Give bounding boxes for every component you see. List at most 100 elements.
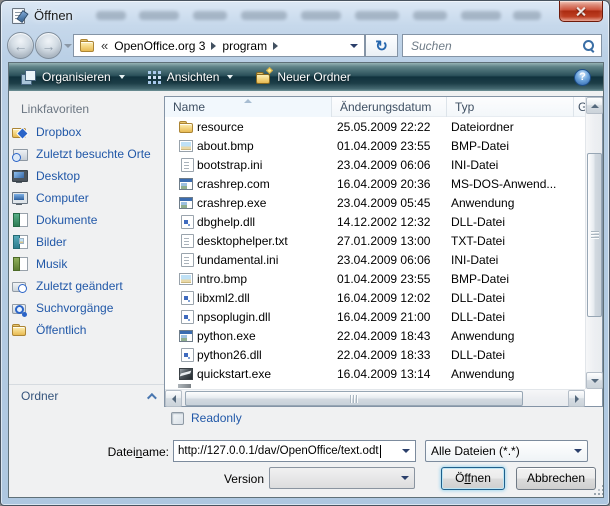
titlebar[interactable]: Öffnen <box>1 1 610 31</box>
sidebar-item-icon <box>11 190 27 206</box>
help-button[interactable]: ? <box>574 69 591 86</box>
breadcrumb-separator-icon[interactable] <box>211 42 216 50</box>
file-name: python.exe <box>197 329 330 343</box>
file-date: 16.04.2009 13:14 <box>337 367 445 381</box>
background-blur <box>139 11 179 20</box>
file-row[interactable]: resource 25.05.2009 22:22 Dateiordner <box>165 118 585 137</box>
search-box[interactable] <box>402 34 602 57</box>
breadcrumb[interactable]: « OpenOffice.org 3 program <box>73 34 365 57</box>
file-row[interactable]: bootstrap.ini 23.04.2009 06:06 INI-Datei <box>165 156 585 175</box>
column-header-size[interactable]: G <box>574 97 585 117</box>
file-date: 16.04.2009 20:36 <box>337 177 445 191</box>
sidebar-item[interactable]: Desktop <box>11 165 161 187</box>
views-label: Ansichten <box>167 70 220 84</box>
sidebar-item-label: Desktop <box>36 169 80 183</box>
address-dropdown-icon[interactable] <box>350 44 358 48</box>
sidebar-item[interactable]: Computer <box>11 187 161 209</box>
vertical-scrollbar[interactable] <box>585 97 602 389</box>
file-row[interactable]: desktophelper.txt 27.01.2009 13:00 TXT-D… <box>165 232 585 251</box>
search-input[interactable] <box>409 38 582 54</box>
scroll-up-button[interactable] <box>586 97 603 114</box>
new-folder-button[interactable]: Neuer Ordner <box>255 70 350 85</box>
background-blur <box>301 11 341 20</box>
breadcrumb-segment[interactable]: OpenOffice.org 3 <box>114 39 205 53</box>
refresh-button[interactable]: ↻ <box>365 34 398 57</box>
filename-combobox[interactable]: http://127.0.0.1/dav/OpenOffice/text.odt <box>173 440 416 462</box>
file-date: 22.04.2009 18:33 <box>337 348 445 362</box>
new-folder-label: Neuer Ordner <box>277 70 350 84</box>
folders-label: Ordner <box>21 389 58 403</box>
file-row-partial <box>178 384 191 388</box>
resize-grip[interactable] <box>593 484 605 496</box>
column-header-date[interactable]: Änderungsdatum <box>332 97 447 117</box>
breadcrumb-segment[interactable]: program <box>222 39 267 53</box>
file-icon <box>178 176 194 192</box>
breadcrumb-separator-icon[interactable] <box>273 42 278 50</box>
file-row[interactable]: about.bmp 01.04.2009 23:55 BMP-Datei <box>165 137 585 156</box>
filetype-combobox[interactable]: Alle Dateien (*.*) <box>425 440 588 462</box>
filename-value[interactable]: http://127.0.0.1/dav/OpenOffice/text.odt <box>174 445 379 457</box>
organize-label: Organisieren <box>42 70 111 84</box>
sidebar-item[interactable]: Musik <box>11 253 161 275</box>
sidebar-item-icon <box>11 300 27 316</box>
views-button[interactable]: Ansichten <box>147 70 234 84</box>
scroll-down-button[interactable] <box>586 372 603 389</box>
sidebar-item[interactable]: Dropbox <box>11 121 161 143</box>
vertical-scroll-thumb[interactable] <box>587 153 602 317</box>
cancel-button[interactable]: Abbrechen <box>516 467 596 490</box>
forward-button[interactable]: → <box>35 32 62 59</box>
search-icon[interactable] <box>582 39 595 52</box>
file-row[interactable]: dbghelp.dll 14.12.2002 12:32 DLL-Datei <box>165 213 585 232</box>
file-row[interactable]: fundamental.ini 23.04.2009 06:06 INI-Dat… <box>165 251 585 270</box>
breadcrumb-overflow-chevrons[interactable]: « <box>101 38 108 53</box>
close-button[interactable] <box>559 1 603 22</box>
file-rows: resource 25.05.2009 22:22 Dateiordner ab… <box>165 118 585 384</box>
background-blur <box>193 11 227 20</box>
file-list: Name Änderungsdatum Typ G resource 25.05… <box>164 96 603 407</box>
sidebar-item[interactable]: Suchvorgänge <box>11 297 161 319</box>
folders-expander[interactable]: Ordner <box>9 384 164 407</box>
new-folder-icon <box>255 70 271 85</box>
file-row[interactable]: libxml2.dll 16.04.2009 12:02 DLL-Datei <box>165 289 585 308</box>
sidebar-item[interactable]: Zuletzt besuchte Orte <box>11 143 161 165</box>
scroll-left-button[interactable] <box>165 390 182 407</box>
sidebar-item-label: Dropbox <box>36 125 81 139</box>
version-combobox[interactable] <box>269 467 415 489</box>
sidebar-item[interactable]: Zuletzt geändert <box>11 275 161 297</box>
background-blur <box>461 11 501 20</box>
back-button[interactable]: ← <box>7 32 34 59</box>
file-icon <box>178 271 194 287</box>
filetype-dropdown-button[interactable] <box>569 441 587 461</box>
background-blur <box>355 11 399 20</box>
file-row[interactable]: intro.bmp 01.04.2009 23:55 BMP-Datei <box>165 270 585 289</box>
version-label: Version <box>169 472 264 486</box>
sidebar-item[interactable]: Bilder <box>11 231 161 253</box>
filename-label: Dateiname: <box>57 445 169 459</box>
readonly-checkbox[interactable] <box>171 412 184 425</box>
file-name: quickstart.exe <box>197 367 330 381</box>
file-row[interactable]: quickstart.exe 16.04.2009 13:14 Anwendun… <box>165 365 585 384</box>
file-row[interactable]: crashrep.com 16.04.2009 20:36 MS-DOS-Anw… <box>165 175 585 194</box>
file-icon <box>178 252 194 268</box>
favorite-links-header: Linkfavoriten <box>21 102 89 116</box>
file-name: resource <box>197 120 330 134</box>
history-dropdown-icon[interactable] <box>64 44 72 48</box>
filename-dropdown-button[interactable] <box>397 441 415 461</box>
horizontal-scrollbar[interactable] <box>165 389 585 406</box>
version-dropdown-button[interactable] <box>396 468 414 488</box>
sidebar-item[interactable]: Dokumente <box>11 209 161 231</box>
file-row[interactable]: npsoplugin.dll 16.04.2009 21:00 DLL-Date… <box>165 308 585 327</box>
column-header-type[interactable]: Typ <box>447 97 574 117</box>
file-date: 01.04.2009 23:55 <box>337 139 445 153</box>
organize-button[interactable]: Organisieren <box>21 70 125 84</box>
sidebar-item[interactable]: Öffentlich <box>11 319 161 341</box>
file-type: DLL-Datei <box>451 291 573 305</box>
open-button[interactable]: Öffnen <box>441 467 505 490</box>
scroll-right-button[interactable] <box>568 390 585 407</box>
file-row[interactable]: python.exe 22.04.2009 18:43 Anwendung <box>165 327 585 346</box>
file-type: INI-Datei <box>451 253 573 267</box>
sidebar-item-icon <box>11 322 27 338</box>
horizontal-scroll-thumb[interactable] <box>185 391 523 406</box>
file-row[interactable]: crashrep.exe 23.04.2009 05:45 Anwendung <box>165 194 585 213</box>
file-row[interactable]: python26.dll 22.04.2009 18:33 DLL-Datei <box>165 346 585 365</box>
